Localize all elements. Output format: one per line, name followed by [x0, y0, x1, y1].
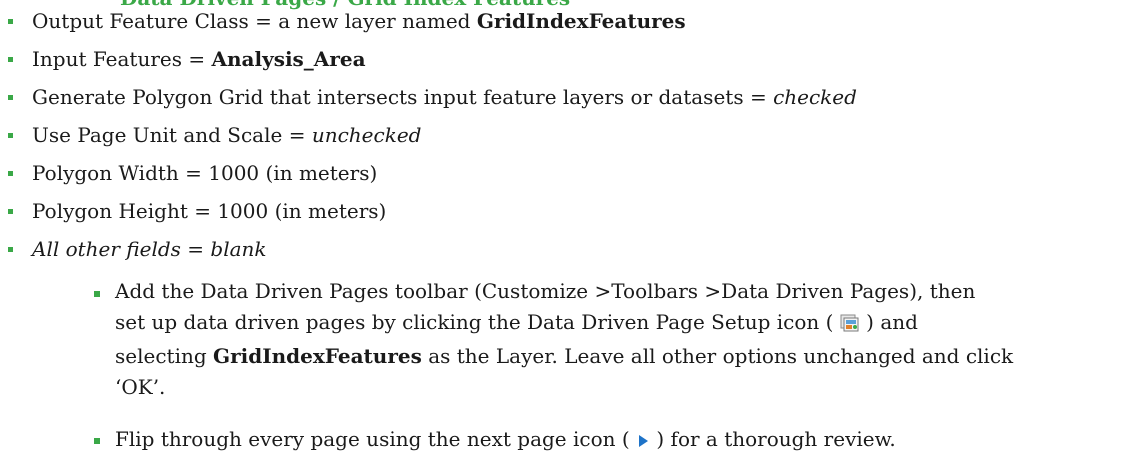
list-item: Output Feature Class = a new layer named…	[0, 6, 1140, 38]
step-line: Flip through every page using the next p…	[115, 424, 1125, 458]
bullet-icon	[94, 291, 100, 297]
step-line: Add the Data Driven Pages toolbar (Custo…	[115, 279, 976, 303]
bullet-icon	[8, 95, 13, 100]
step-line: ‘OK’.	[115, 375, 166, 399]
next-page-icon	[636, 427, 650, 458]
list-item-text: Input Features = Analysis_Area	[32, 47, 366, 71]
bullet-icon	[94, 438, 100, 444]
step-paragraph: Add the Data Driven Pages toolbar (Custo…	[115, 276, 1125, 403]
data-driven-page-setup-icon	[840, 310, 860, 341]
step-line: selecting GridIndexFeatures as the Layer…	[115, 344, 1014, 368]
list-item-text: Use Page Unit and Scale = unchecked	[32, 123, 422, 147]
bullet-icon	[8, 209, 13, 214]
bullet-icon	[8, 133, 13, 138]
step-line: set up data driven pages by clicking the…	[115, 307, 1125, 341]
bullet-icon	[8, 57, 13, 62]
list-item: All other fields = blank	[0, 234, 1140, 266]
bullet-icon	[8, 247, 13, 252]
list-item-text: Polygon Width = 1000 (in meters)	[32, 161, 378, 185]
list-item: Polygon Height = 1000 (in meters)	[0, 196, 1140, 228]
list-item-text: Generate Polygon Grid that intersects in…	[32, 85, 857, 109]
list-item: Generate Polygon Grid that intersects in…	[0, 82, 1140, 114]
step-paragraph: Flip through every page using the next p…	[115, 424, 1125, 458]
bullet-icon	[8, 171, 13, 176]
list-item-text: Polygon Height = 1000 (in meters)	[32, 199, 387, 223]
list-item: Polygon Width = 1000 (in meters)	[0, 158, 1140, 190]
list-item: Input Features = Analysis_Area	[0, 44, 1140, 76]
list-item-text: Output Feature Class = a new layer named…	[32, 9, 686, 33]
list-item: Use Page Unit and Scale = unchecked	[0, 120, 1140, 152]
list-item-text: All other fields = blank	[32, 237, 267, 261]
bullet-icon	[8, 19, 13, 24]
